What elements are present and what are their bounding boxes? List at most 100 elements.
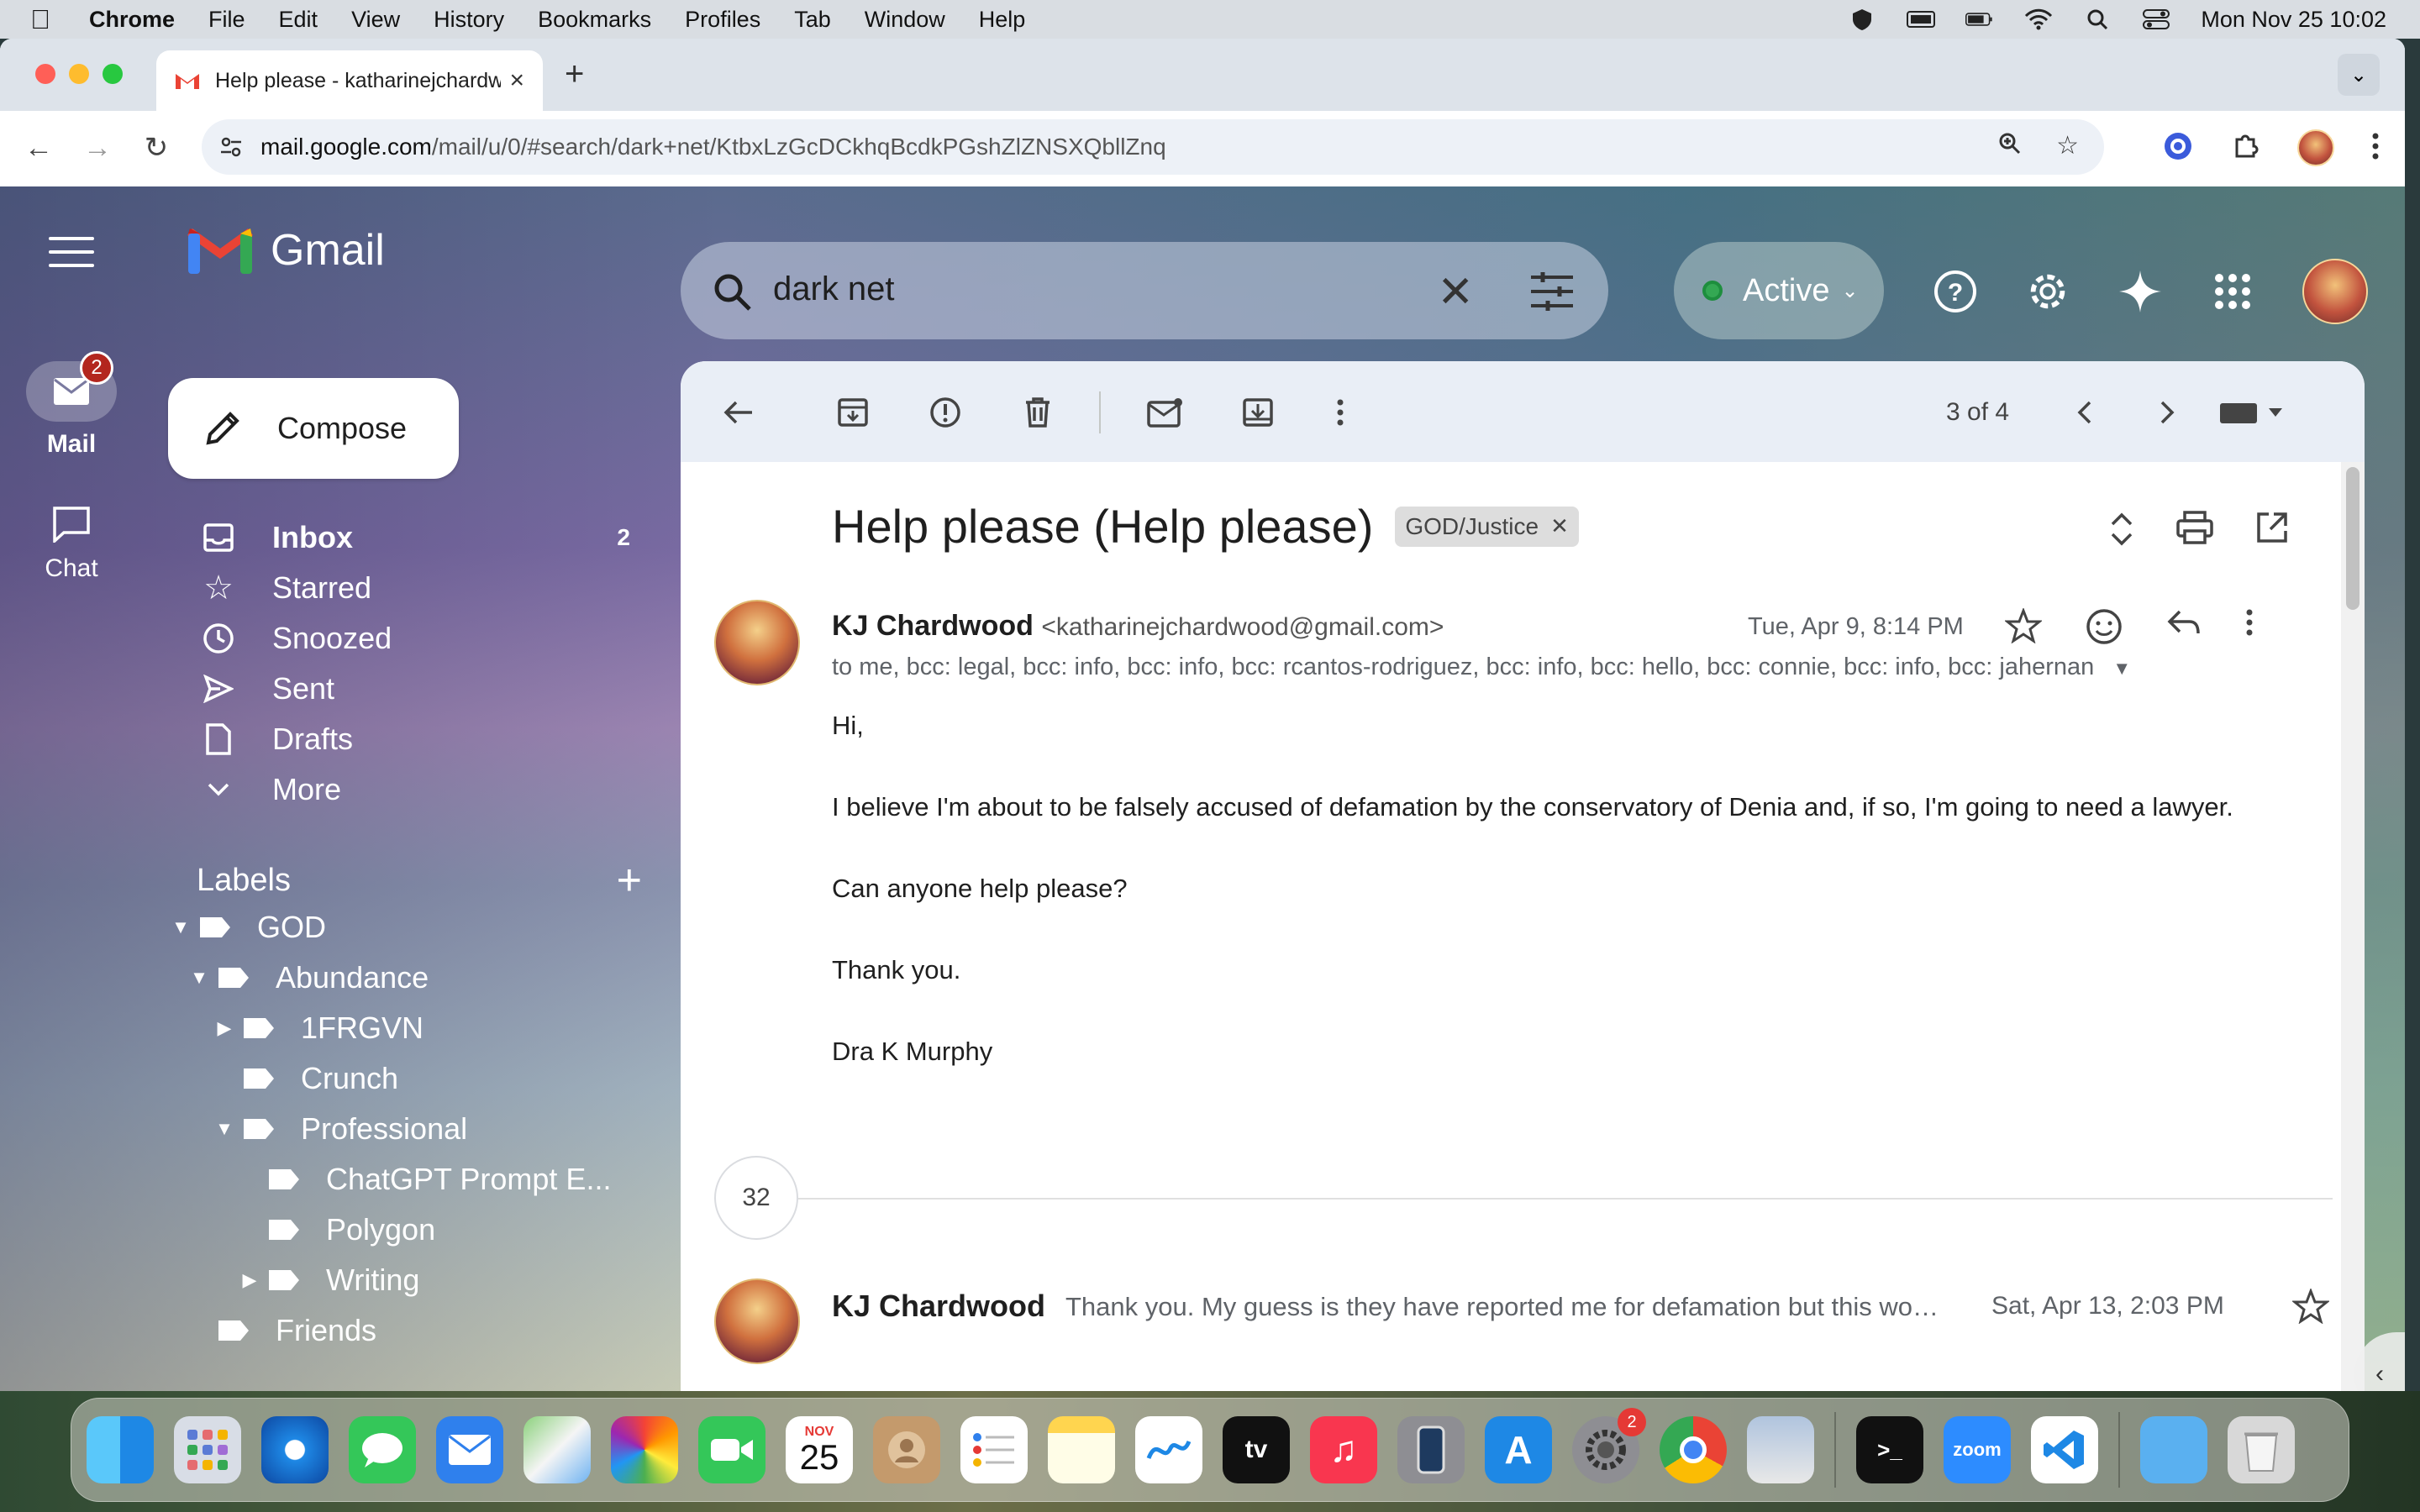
- chrome-app-icon[interactable]: [1660, 1416, 1727, 1483]
- facetime-icon[interactable]: [698, 1416, 765, 1483]
- rail-mail[interactable]: 2 Mail: [25, 351, 118, 459]
- downloads-folder-icon[interactable]: [2140, 1416, 2207, 1483]
- expand-right-icon[interactable]: ▶: [237, 1269, 262, 1291]
- search-input[interactable]: dark net: [773, 270, 895, 308]
- bookmark-star-icon[interactable]: ☆: [2056, 131, 2079, 163]
- label-item[interactable]: ChatGPT Prompt E...: [168, 1154, 639, 1205]
- report-spam-icon[interactable]: [924, 391, 966, 433]
- finder-icon[interactable]: [87, 1416, 154, 1483]
- expand-all-icon[interactable]: [2109, 511, 2134, 552]
- menu-bookmarks[interactable]: Bookmarks: [538, 7, 651, 33]
- keyboard-status-icon[interactable]: [1907, 9, 1936, 29]
- scrollbar-thumb[interactable]: [2346, 467, 2360, 610]
- sender-avatar[interactable]: [714, 600, 800, 685]
- next-message-snippet[interactable]: Thank you. My guess is they have reporte…: [1065, 1292, 1981, 1322]
- star-message-icon[interactable]: [2291, 1287, 2331, 1328]
- google-apps-icon[interactable]: [2210, 269, 2255, 314]
- expand-down-icon[interactable]: ▼: [212, 1118, 237, 1140]
- reply-icon[interactable]: [2166, 608, 2202, 649]
- address-bar[interactable]: mail.google.com/mail/u/0/#search/dark+ne…: [202, 119, 2104, 175]
- reminders-icon[interactable]: [960, 1416, 1028, 1483]
- menu-profiles[interactable]: Profiles: [685, 7, 760, 33]
- messages-icon[interactable]: [349, 1416, 416, 1483]
- vpn-icon[interactable]: [1848, 9, 1876, 30]
- freeform-icon[interactable]: [1135, 1416, 1202, 1483]
- newer-chevron-left-icon[interactable]: [2064, 391, 2106, 433]
- terminal-icon[interactable]: >_: [1856, 1416, 1923, 1483]
- profile-avatar[interactable]: [2297, 129, 2334, 166]
- chrome-menu-icon[interactable]: [2371, 132, 2380, 165]
- app-store-icon[interactable]: A: [1485, 1416, 1552, 1483]
- label-item[interactable]: ▶ 1FRGVN: [168, 1003, 639, 1053]
- photos-icon[interactable]: [611, 1416, 678, 1483]
- back-to-search-icon[interactable]: [718, 391, 760, 433]
- open-new-window-icon[interactable]: [2255, 511, 2289, 552]
- show-details-icon[interactable]: ▼: [2112, 658, 2131, 679]
- next-message-sender[interactable]: KJ Chardwood: [832, 1289, 1045, 1324]
- label-item[interactable]: ▼ GOD: [168, 902, 639, 953]
- preview-icon[interactable]: [1747, 1416, 1814, 1483]
- close-tab-icon[interactable]: ×: [509, 66, 524, 95]
- gemini-sparkle-icon[interactable]: [2118, 269, 2163, 314]
- menu-view[interactable]: View: [351, 7, 400, 33]
- status-selector[interactable]: Active ⌄: [1674, 242, 1884, 339]
- account-avatar[interactable]: [2302, 259, 2368, 324]
- mail-search-bar[interactable]: dark net ✕: [681, 242, 1608, 339]
- main-menu-icon[interactable]: [49, 237, 94, 270]
- expand-down-icon[interactable]: ▼: [187, 967, 212, 989]
- archive-icon[interactable]: [832, 391, 874, 433]
- folder-inbox[interactable]: Inbox 2: [202, 512, 639, 563]
- label-chip[interactable]: GOD/Justice ✕: [1395, 506, 1579, 547]
- sender-avatar[interactable]: [714, 1278, 800, 1364]
- maps-icon[interactable]: [523, 1416, 591, 1483]
- zoom-icon[interactable]: [1997, 131, 2023, 163]
- clear-search-icon[interactable]: ✕: [1437, 267, 1474, 318]
- folder-starred[interactable]: ☆ Starred: [202, 563, 639, 613]
- message-scrollbar[interactable]: [2341, 462, 2365, 1391]
- tab-search-button[interactable]: ⌄: [2338, 54, 2380, 96]
- back-button[interactable]: ←: [20, 129, 57, 166]
- site-info-icon[interactable]: [218, 134, 244, 160]
- more-options-icon[interactable]: [1319, 391, 1361, 433]
- battery-icon[interactable]: [1965, 9, 1994, 29]
- older-chevron-right-icon[interactable]: [2146, 391, 2188, 433]
- star-message-icon[interactable]: [2003, 606, 2044, 649]
- extension-icon[interactable]: [2163, 131, 2193, 165]
- menubar-clock[interactable]: Mon Nov 25 10:02: [2201, 7, 2386, 33]
- rail-chat[interactable]: Chat: [25, 506, 118, 583]
- remove-label-icon[interactable]: ✕: [1550, 513, 1569, 539]
- minimize-window-button[interactable]: [69, 64, 89, 84]
- collapsed-messages-count[interactable]: 32: [714, 1156, 798, 1240]
- new-tab-button[interactable]: +: [565, 55, 584, 93]
- control-center-icon[interactable]: [2142, 9, 2170, 29]
- add-label-button[interactable]: +: [617, 855, 642, 906]
- add-reaction-icon[interactable]: [2086, 608, 2123, 649]
- label-item[interactable]: ▼ Professional: [168, 1104, 639, 1154]
- search-options-icon[interactable]: [1529, 270, 1575, 312]
- label-item[interactable]: ▶ Writing: [168, 1255, 639, 1305]
- folder-drafts[interactable]: Drafts: [202, 714, 639, 764]
- wifi-icon[interactable]: [2024, 8, 2053, 30]
- notes-icon[interactable]: [1048, 1416, 1115, 1483]
- calendar-icon[interactable]: NOV 25: [786, 1416, 853, 1483]
- message-more-icon[interactable]: [2245, 608, 2254, 649]
- spotlight-search-icon[interactable]: [2083, 9, 2112, 30]
- mail-app-icon[interactable]: [436, 1416, 503, 1483]
- compose-button[interactable]: Compose: [168, 378, 459, 479]
- menu-app-name[interactable]: Chrome: [89, 7, 175, 33]
- zoom-window-button[interactable]: [103, 64, 123, 84]
- contacts-icon[interactable]: [873, 1416, 940, 1483]
- zoom-app-icon[interactable]: zoom: [1944, 1416, 2011, 1483]
- folder-sent[interactable]: Sent: [202, 664, 639, 714]
- launchpad-icon[interactable]: [174, 1416, 241, 1483]
- reload-button[interactable]: ↻: [138, 129, 175, 166]
- menu-help[interactable]: Help: [979, 7, 1026, 33]
- trash-icon[interactable]: [2228, 1416, 2295, 1483]
- apple-tv-icon[interactable]: tv: [1223, 1416, 1290, 1483]
- folder-more[interactable]: More: [202, 764, 639, 815]
- label-item[interactable]: Friends: [168, 1305, 639, 1356]
- menu-window[interactable]: Window: [865, 7, 945, 33]
- delete-trash-icon[interactable]: [1017, 391, 1059, 433]
- apple-menu-icon[interactable]: : [30, 4, 64, 35]
- system-settings-icon[interactable]: 2: [1572, 1408, 1646, 1483]
